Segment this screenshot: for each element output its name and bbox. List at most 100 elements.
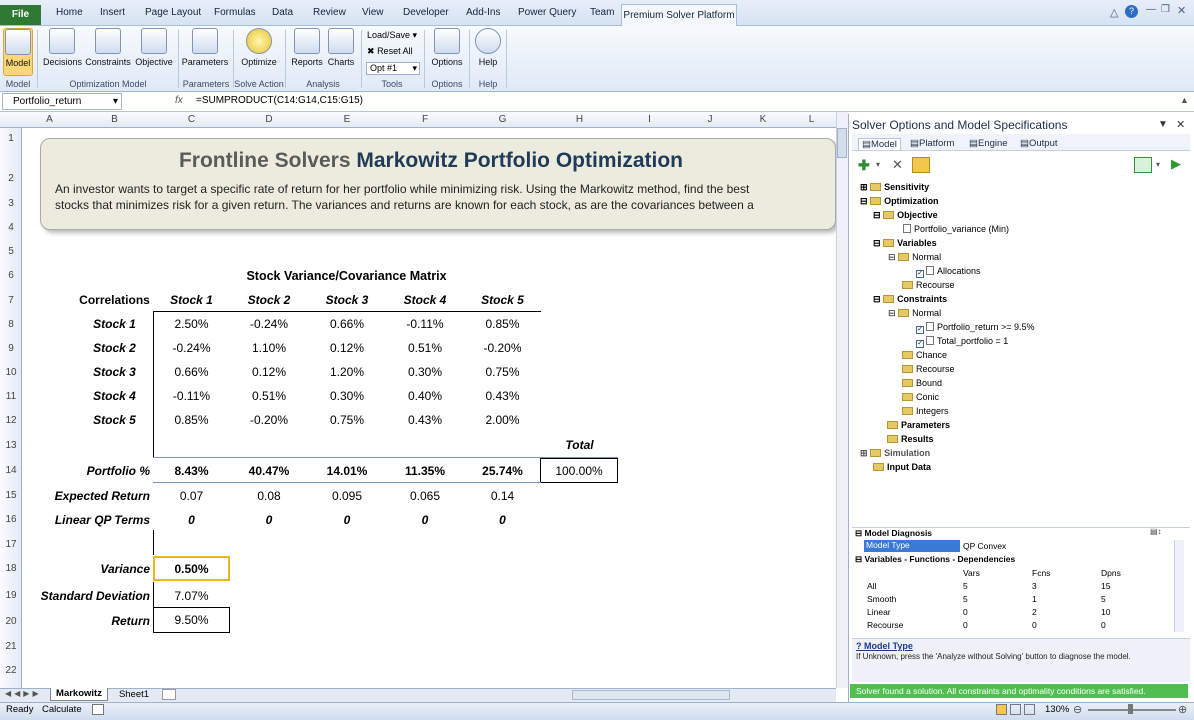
- row-header[interactable]: 13: [0, 440, 22, 451]
- sort-icon[interactable]: ▤↕: [1150, 527, 1180, 537]
- tree-variables-recourse[interactable]: Recourse: [902, 280, 955, 290]
- window-minimize-icon[interactable]: —: [1146, 4, 1156, 15]
- matrix-cell[interactable]: 0.66%: [308, 317, 386, 331]
- matrix-cell[interactable]: 0.40%: [386, 389, 464, 403]
- matrix-cell[interactable]: 0.43%: [464, 389, 541, 403]
- expand-formula-icon[interactable]: ▲: [1180, 95, 1189, 105]
- charts-button[interactable]: Charts: [326, 28, 356, 76]
- model-button[interactable]: Model: [3, 28, 33, 76]
- portfolio-cell[interactable]: 11.35%: [386, 464, 464, 478]
- row-header[interactable]: 12: [0, 415, 22, 426]
- tree-objective[interactable]: ⊟ Objective: [873, 210, 938, 221]
- row-header[interactable]: 6: [0, 270, 22, 281]
- row-header[interactable]: 14: [0, 465, 22, 476]
- collapse-minus-icon[interactable]: ⊟: [888, 308, 896, 318]
- status-calculate[interactable]: Calculate: [42, 704, 82, 715]
- column-header[interactable]: D: [230, 114, 308, 125]
- column-header[interactable]: C: [153, 114, 230, 125]
- window-restore-icon[interactable]: ❐: [1161, 4, 1170, 15]
- tab-review[interactable]: Review: [313, 7, 346, 18]
- row-header[interactable]: 11: [0, 391, 22, 402]
- help-button[interactable]: Help: [473, 28, 503, 76]
- matrix-cell[interactable]: 0.43%: [386, 413, 464, 427]
- column-header[interactable]: J: [681, 114, 739, 125]
- horizontal-scrollbar[interactable]: [572, 690, 730, 700]
- column-header[interactable]: A: [23, 114, 76, 125]
- optimize-button[interactable]: Optimize: [238, 28, 280, 76]
- chevron-down-icon[interactable]: ▾: [876, 160, 880, 169]
- row-header[interactable]: 2: [0, 173, 22, 184]
- tab-power-query[interactable]: Power Query: [518, 7, 576, 18]
- column-header[interactable]: G: [464, 114, 541, 125]
- zoom-slider-thumb[interactable]: [1128, 704, 1133, 714]
- matrix-cell[interactable]: -0.20%: [464, 341, 541, 355]
- matrix-cell[interactable]: 0.12%: [230, 365, 308, 379]
- checkbox-checked-icon[interactable]: ✓: [916, 270, 924, 278]
- parameters-button[interactable]: Parameters: [181, 28, 229, 76]
- tab-view[interactable]: View: [362, 7, 384, 18]
- collapse-minus-icon[interactable]: ⊟: [873, 238, 881, 248]
- total-cell[interactable]: 100.00%: [540, 458, 618, 483]
- macro-record-icon[interactable]: [92, 704, 104, 715]
- objective-button[interactable]: Objective: [134, 28, 174, 76]
- refresh-model-icon[interactable]: [912, 157, 930, 173]
- qp-term-cell[interactable]: 0: [386, 513, 464, 527]
- vertical-scrollbar[interactable]: [836, 112, 848, 688]
- matrix-cell[interactable]: 0.66%: [153, 365, 230, 379]
- solve-play-icon[interactable]: ▶: [1171, 156, 1181, 172]
- row-header[interactable]: 21: [0, 641, 22, 652]
- matrix-cell[interactable]: 1.20%: [308, 365, 386, 379]
- matrix-cell[interactable]: 0.30%: [386, 365, 464, 379]
- tree-chance[interactable]: Chance: [902, 350, 947, 360]
- decisions-button[interactable]: Decisions: [43, 28, 82, 76]
- delete-icon[interactable]: ✕: [892, 157, 903, 173]
- sheet-tab-sheet1[interactable]: Sheet1: [112, 689, 156, 700]
- row-header[interactable]: 19: [0, 590, 22, 601]
- zoom-in-icon[interactable]: ⊕: [1178, 703, 1187, 716]
- new-sheet-icon[interactable]: [162, 689, 176, 700]
- tree-allocations[interactable]: ✓ Allocations: [916, 266, 981, 278]
- tree-sensitivity[interactable]: ⊞ Sensitivity: [860, 182, 929, 193]
- window-close-icon[interactable]: ✕: [1177, 4, 1186, 17]
- row-header[interactable]: 8: [0, 319, 22, 330]
- collapse-minus-icon[interactable]: ⊟: [873, 210, 881, 220]
- portfolio-cell[interactable]: 40.47%: [230, 464, 308, 478]
- tree-integers[interactable]: Integers: [902, 406, 949, 416]
- qp-term-cell[interactable]: 0: [230, 513, 308, 527]
- row-header[interactable]: 15: [0, 490, 22, 501]
- reset-all-button[interactable]: ✖ Reset All: [367, 46, 413, 57]
- matrix-cell[interactable]: 0.85%: [153, 413, 230, 427]
- column-header[interactable]: L: [787, 114, 836, 125]
- zoom-out-icon[interactable]: ⊖: [1073, 703, 1082, 716]
- matrix-cell[interactable]: -0.24%: [153, 341, 230, 355]
- matrix-cell[interactable]: 0.75%: [308, 413, 386, 427]
- return-cell[interactable]: 9.50%: [153, 607, 230, 633]
- portfolio-cell[interactable]: 25.74%: [464, 464, 541, 478]
- matrix-cell[interactable]: -0.24%: [230, 317, 308, 331]
- opt-select[interactable]: Opt #1 ▾: [366, 62, 420, 75]
- tree-results[interactable]: Results: [887, 434, 934, 444]
- portfolio-cell[interactable]: 8.43%: [153, 464, 230, 478]
- qp-term-cell[interactable]: 0: [464, 513, 541, 527]
- diagnosis-scrollbar[interactable]: [1174, 540, 1184, 632]
- tree-constraint-return[interactable]: ✓ Portfolio_return >= 9.5%: [916, 322, 1035, 334]
- collapse-minus-icon[interactable]: ⊟: [873, 294, 881, 304]
- pane-tab-model[interactable]: ▤Model: [858, 138, 901, 150]
- formula-input[interactable]: =SUMPRODUCT(C14:G14,C15:G15): [196, 95, 363, 106]
- tree-simulation[interactable]: ⊞ Simulation: [860, 448, 930, 459]
- collapse-minus-icon[interactable]: ⊟: [855, 554, 862, 564]
- tree-constraints[interactable]: ⊟ Constraints: [873, 294, 947, 305]
- options-button[interactable]: Options: [428, 28, 466, 76]
- matrix-cell[interactable]: -0.11%: [153, 389, 230, 403]
- collapse-minus-icon[interactable]: ⊟: [855, 528, 862, 538]
- expand-plus-icon[interactable]: ⊞: [860, 448, 868, 458]
- qp-term-cell[interactable]: 0: [308, 513, 386, 527]
- column-header[interactable]: B: [76, 114, 153, 125]
- tab-home[interactable]: Home: [56, 7, 83, 18]
- minimize-ribbon-icon[interactable]: △: [1110, 6, 1118, 19]
- row-header[interactable]: 3: [0, 198, 22, 209]
- tree-constraints-normal[interactable]: ⊟ Normal: [888, 308, 941, 319]
- matrix-cell[interactable]: 0.85%: [464, 317, 541, 331]
- matrix-cell[interactable]: 0.75%: [464, 365, 541, 379]
- tree-objective-item[interactable]: Portfolio_variance (Min): [903, 224, 1009, 234]
